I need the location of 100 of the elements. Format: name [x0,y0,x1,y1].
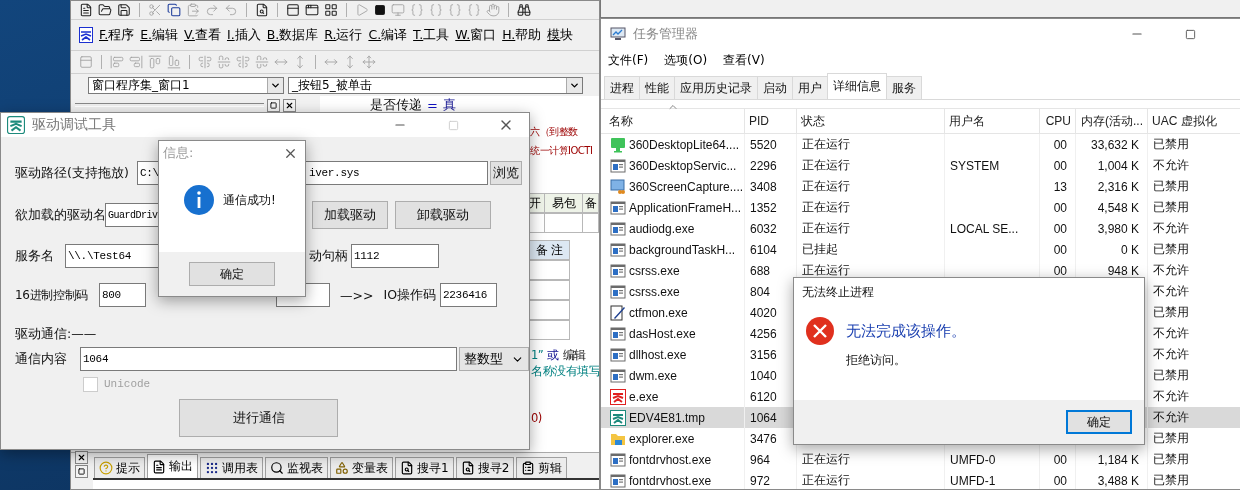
menu-item[interactable]: B.数据库 [266,26,319,44]
open-folder-icon[interactable] [98,3,112,17]
braces-icon[interactable] [448,3,462,17]
menu-item[interactable]: 模块 [547,26,574,44]
tab[interactable]: 进程 [604,76,640,99]
panel-tab[interactable]: 变量表 [330,457,393,478]
column-header[interactable]: 状态 [797,109,945,133]
align-icon[interactable] [129,55,143,69]
table-cell: 00 [1040,470,1076,489]
window-icon [610,325,626,342]
dropdown[interactable]: 窗口程序集_窗口1 [88,76,284,94]
paste-icon[interactable] [186,3,200,17]
form-icon[interactable] [79,55,93,69]
column-header[interactable]: 名称 [605,109,745,133]
process-row[interactable]: 360DesktopServic... 2296 正在运行 SYSTEM 00 1,004 K 不允许 [601,155,1240,176]
align-icon[interactable] [217,55,231,69]
grid-icon[interactable] [324,3,338,17]
control-code-field[interactable]: 800 [99,283,146,307]
process-row[interactable]: 360DesktopLite64.... 5520 正在运行 00 33,632 K 已禁用 [601,134,1240,155]
ok-button[interactable]: 确定 [1066,410,1132,434]
ok-button[interactable]: 确定 [189,262,275,286]
browse-button[interactable]: 浏览 [490,161,522,185]
menu-item[interactable]: 查看(V) [723,51,765,69]
type-dropdown[interactable]: 整数型 [459,347,529,371]
column-header[interactable]: 内存(活动... [1076,109,1148,133]
column-header[interactable]: UAC 虚拟化 [1148,109,1240,133]
restore-button[interactable] [267,98,280,112]
tab[interactable]: 性能 [639,76,675,99]
menu-item[interactable]: T.工具 [413,26,450,44]
unload-button[interactable]: 卸载驱动 [395,201,491,229]
hand-icon[interactable] [486,3,500,17]
panel-tab[interactable]: 剪辑 [516,457,568,478]
monitor-icon[interactable] [391,3,405,17]
panel-tab[interactable]: 输出 [147,454,198,478]
menu-item[interactable]: W.窗口 [455,26,497,44]
tab[interactable]: 启动 [757,76,793,99]
menu-item[interactable]: F.程序 [99,26,135,44]
restore-button[interactable] [75,465,88,478]
content-field[interactable]: 1064 [80,347,458,371]
process-row[interactable]: audiodg.exe 6032 正在运行 LOCAL SE... 00 3,980 K 不允许 [601,218,1240,239]
column-header[interactable]: 用户名 [945,109,1040,133]
close-button[interactable] [283,98,296,112]
binoculars-icon[interactable] [517,3,531,17]
align-icon[interactable] [167,55,181,69]
find-icon[interactable] [255,3,269,17]
menu-item[interactable]: C.编译 [368,26,408,44]
align-icon[interactable] [110,55,124,69]
column-header[interactable]: CPU [1040,109,1076,133]
stop-icon[interactable] [374,4,386,16]
process-row[interactable]: backgroundTaskH... 6104 已挂起 00 0 K 已禁用 [601,239,1240,260]
clipboard-icon [521,461,536,475]
new-file-icon[interactable] [79,3,93,17]
process-row[interactable]: fontdrvhost.exe 964 正在运行 UMFD-0 00 1,184 K 已禁用 [601,449,1240,470]
handle-field[interactable]: 1112 [351,244,439,268]
menu-item[interactable]: V.查看 [184,26,221,44]
process-row[interactable]: ApplicationFrameH... 1352 正在运行 00 4,548 K 已禁用 [601,197,1240,218]
align-icon[interactable] [198,55,212,69]
panel-tab[interactable]: 提示 [94,457,145,478]
process-row[interactable]: 360ScreenCapture.... 3408 正在运行 13 2,316 K 已禁用 [601,176,1240,197]
panel-icon[interactable] [286,3,300,17]
tab[interactable]: 服务 [886,76,922,99]
menu-item[interactable]: H.帮助 [502,26,542,44]
play-icon[interactable] [355,3,369,17]
logo-icon [7,116,25,134]
process-row[interactable]: fontdrvhost.exe 972 正在运行 UMFD-1 00 3,488 K 已禁用 [601,470,1240,489]
panel-tab[interactable]: 搜寻2 [455,457,515,478]
window-icon[interactable] [305,3,319,17]
process-name: backgroundTaskH... [629,242,736,257]
copy-icon[interactable] [167,3,181,17]
align-icon[interactable] [255,55,269,69]
tab[interactable]: 用户 [792,76,828,99]
cut-icon[interactable] [148,3,162,17]
table-cell: 00 [1040,155,1076,176]
panel-tab[interactable]: 搜寻1 [395,457,454,478]
undo-icon[interactable] [224,3,238,17]
send-button[interactable]: 进行通信 [179,399,338,437]
menu-item[interactable]: 选项(O) [664,51,708,69]
align-icon[interactable] [236,55,250,69]
save-icon[interactable] [117,3,131,17]
load-button[interactable]: 加载驱动 [312,201,388,229]
menu-item[interactable]: 文件(F) [608,51,649,69]
align-icon[interactable] [148,55,162,69]
panel-tab[interactable]: 监视表 [265,457,328,478]
table-cell: 2296 [745,155,797,176]
io-code-field[interactable]: 2236416 [440,283,497,307]
braces-icon[interactable] [410,3,424,17]
close-button[interactable] [75,451,88,464]
tab[interactable]: 应用历史记录 [674,76,758,99]
redo-icon[interactable] [205,3,219,17]
restore-icon [78,468,85,475]
menu-item[interactable]: E.编辑 [140,26,179,44]
resize-icon[interactable] [362,55,376,69]
dropdown[interactable]: _按钮5_被单击 [288,76,583,94]
braces-icon[interactable] [429,3,443,17]
column-header[interactable]: PID [745,109,797,133]
menu-item[interactable]: I.插入 [226,26,261,44]
find-icon [400,461,414,475]
menu-item[interactable]: R.运行 [324,26,363,44]
panel-tab[interactable]: 调用表 [200,457,263,478]
braces-icon[interactable] [467,3,481,17]
